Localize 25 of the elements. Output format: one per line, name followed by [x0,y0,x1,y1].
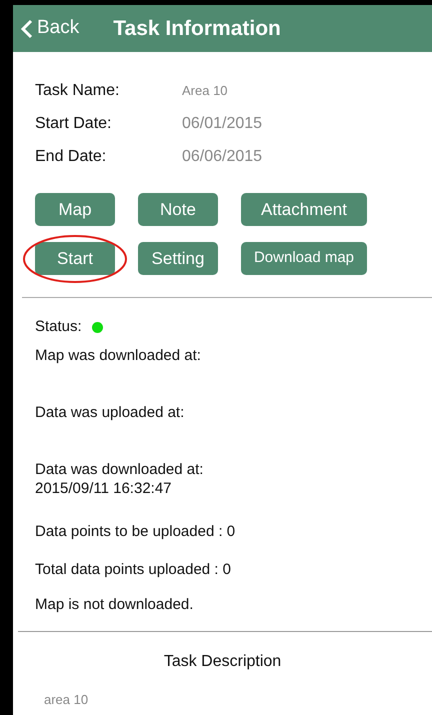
field-label: Task Name: [35,80,120,100]
action-button[interactable]: Download map [241,242,367,275]
info-label: Map was downloaded at: [35,346,202,365]
action-button[interactable]: Map [35,193,115,226]
field-label: End Date: [35,146,108,166]
description-text: area 10 [43,691,90,709]
info-text: Data points to be uploaded : 0 [35,522,236,542]
field-value: 06/06/2015 [182,146,262,166]
info-value: 2015/09/11 16:32:47 [35,479,173,498]
section-heading: Task Description [162,652,282,672]
action-button[interactable]: Start [35,242,115,275]
chevron-left-icon [21,18,33,38]
action-button[interactable]: Setting [138,242,218,275]
info-label: Data was downloaded at: [35,460,204,479]
info-label: Data was uploaded at: [35,403,186,422]
info-text: Map is not downloaded. [35,594,194,615]
action-button[interactable]: Attachment [241,193,367,226]
status-label: Status: [35,316,82,337]
action-button[interactable]: Note [138,193,218,226]
field-value: Area 10 [182,82,228,100]
info-text: Total data points uploaded : 0 [35,560,231,580]
back-button[interactable]: Back [21,14,80,43]
field-label: Start Date: [35,114,112,134]
screen-title: Task Information [113,16,281,42]
field-value: 06/01/2015 [182,114,262,134]
